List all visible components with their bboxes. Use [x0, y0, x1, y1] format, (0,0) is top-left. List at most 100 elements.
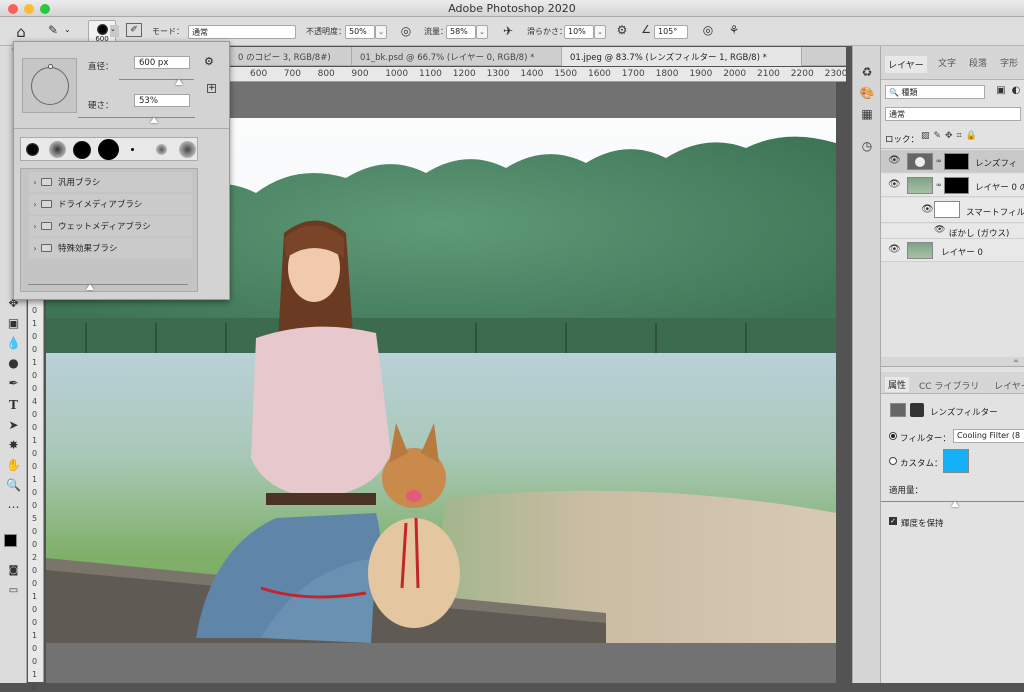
preserve-luminosity-checkbox[interactable]: ✓: [889, 517, 897, 525]
eye-icon[interactable]: 👁: [888, 244, 901, 255]
gear-icon[interactable]: ⚙: [204, 55, 214, 68]
amount-slider-knob[interactable]: [951, 501, 959, 507]
eye-icon[interactable]: 👁: [888, 179, 901, 190]
color-palette-icon[interactable]: 🎨: [859, 86, 875, 100]
hardness-slider-track[interactable]: [78, 117, 195, 118]
recent-brush-2[interactable]: [49, 141, 66, 158]
tab-glyphs[interactable]: 字形: [1000, 56, 1018, 69]
panel-divider[interactable]: ∞: [881, 357, 1024, 367]
chevron-down-icon[interactable]: ⌄: [64, 25, 71, 34]
eye-icon[interactable]: 👁: [934, 225, 945, 235]
path-selection-tool-icon[interactable]: ➤: [3, 416, 24, 434]
tab-copy-3[interactable]: 0 のコピー 3, RGB/8#): [230, 47, 352, 66]
angle-handle[interactable]: [48, 64, 53, 69]
folder-special-effects-brushes[interactable]: › 特殊効果ブラシ: [29, 238, 192, 259]
mask-icon[interactable]: [910, 403, 924, 417]
layer-row-layer0-copy[interactable]: 👁 ∞ レイヤー 0 の: [881, 174, 1024, 197]
brush-picker-chevron[interactable]: ⌄: [110, 25, 119, 37]
brush-settings-panel-icon[interactable]: ✐: [126, 23, 142, 37]
chain-icon[interactable]: ∞: [936, 181, 942, 189]
blur-tool-icon[interactable]: 💧: [3, 334, 24, 352]
tab-character[interactable]: 文字: [938, 56, 956, 69]
recent-brush-4[interactable]: [98, 139, 119, 160]
recent-brushes-row: [20, 137, 198, 161]
ruler-tick-label: 1: [32, 475, 38, 484]
screen-mode-icon[interactable]: ▭: [3, 582, 24, 600]
mask-thumb[interactable]: [944, 153, 969, 170]
symmetry-icon[interactable]: ⚘: [726, 23, 742, 37]
eye-icon[interactable]: 👁: [921, 204, 934, 215]
folder-icon: [41, 244, 52, 252]
mode-select[interactable]: 通常: [188, 25, 296, 39]
flow-chevron[interactable]: ⌄: [476, 25, 488, 39]
preview-size-slider[interactable]: [28, 284, 188, 285]
folder-wet-media-brushes[interactable]: › ウェットメディアブラシ: [29, 216, 192, 237]
recent-brush-6[interactable]: [156, 144, 167, 155]
tab-01-jpeg[interactable]: 01.jpeg @ 83.7% (レンズフィルター 1, RGB/8) *: [562, 47, 802, 66]
image-filter-icon[interactable]: ▣: [995, 85, 1007, 96]
brush-angle-preview[interactable]: [22, 58, 77, 113]
pressure-size-icon[interactable]: ◎: [700, 23, 716, 37]
new-preset-icon[interactable]: +: [207, 84, 216, 93]
adjustment-icon[interactable]: [890, 403, 906, 417]
smoothing-chevron[interactable]: ⌄: [594, 25, 606, 39]
hardness-input[interactable]: 53%: [134, 94, 190, 107]
layer-filter-select[interactable]: 🔍 種類: [885, 85, 985, 99]
folder-general-brushes[interactable]: › 汎用ブラシ: [29, 172, 192, 193]
custom-radio[interactable]: [889, 457, 897, 465]
chain-icon[interactable]: ∞: [936, 157, 942, 165]
home-icon[interactable]: ⌂: [12, 23, 30, 41]
tab-layers[interactable]: レイヤー: [885, 56, 927, 73]
tab-properties[interactable]: 属性: [885, 377, 910, 392]
custom-shape-tool-icon[interactable]: ✸: [3, 436, 24, 454]
tab-01-bk[interactable]: 01_bk.psd @ 66.7% (レイヤー 0, RGB/8) *: [352, 47, 562, 66]
layer-row-gaussian-blur[interactable]: 👁 ぼかし (ガウス): [881, 224, 1024, 239]
diameter-slider-knob[interactable]: [175, 79, 183, 85]
more-tools-icon[interactable]: ⋯: [3, 498, 24, 516]
adjust-filter-icon[interactable]: ◐: [1010, 85, 1022, 96]
gear-icon[interactable]: ⚙: [614, 23, 630, 37]
hardness-slider-knob[interactable]: [150, 117, 158, 123]
eye-icon[interactable]: 👁: [888, 155, 901, 166]
hand-tool-icon[interactable]: ✋: [3, 456, 24, 474]
angle-input[interactable]: 105°: [654, 25, 688, 39]
actions-icon[interactable]: ◷: [859, 139, 875, 153]
diameter-input[interactable]: 600 px: [134, 56, 190, 69]
tab-layers-2[interactable]: レイヤー: [994, 379, 1024, 392]
lock-icons[interactable]: ▨✎✥⌗🔒: [921, 131, 981, 141]
swatches-icon[interactable]: ▦: [859, 107, 875, 121]
recent-brush-1[interactable]: [26, 143, 39, 156]
smoothing-input[interactable]: 10%: [564, 25, 594, 39]
quick-mask-icon[interactable]: ◙: [3, 562, 24, 580]
recent-brush-7[interactable]: [179, 141, 196, 158]
pen-tool-icon[interactable]: ✒: [3, 374, 24, 392]
layer-row-layer0[interactable]: 👁 レイヤー 0: [881, 239, 1024, 262]
recent-brush-3[interactable]: [73, 141, 91, 159]
opacity-chevron[interactable]: ⌄: [375, 25, 387, 39]
dodge-tool-icon[interactable]: ●: [3, 354, 24, 372]
type-tool-icon[interactable]: T: [3, 396, 24, 414]
tab-cc-libraries[interactable]: CC ライブラリ: [919, 379, 979, 392]
airbrush-icon[interactable]: ✈: [500, 24, 516, 38]
pressure-opacity-icon[interactable]: ◎: [398, 24, 414, 38]
folder-dry-media-brushes[interactable]: › ドライメディアブラシ: [29, 194, 192, 215]
gradient-tool-icon[interactable]: ▣: [3, 314, 24, 332]
filter-select[interactable]: Cooling Filter (8: [953, 429, 1024, 443]
blend-mode-select[interactable]: 通常: [885, 107, 1021, 121]
custom-color-swatch[interactable]: [943, 449, 969, 473]
opacity-input[interactable]: 50%: [345, 25, 375, 39]
flow-input[interactable]: 58%: [446, 25, 476, 39]
preview-size-knob[interactable]: [86, 284, 94, 290]
tab-paragraph[interactable]: 段落: [969, 56, 987, 69]
recent-brush-5[interactable]: [131, 148, 134, 151]
layer-row-smart-filter[interactable]: 👁 スマートフィル: [881, 198, 1024, 223]
history-icon[interactable]: ♻: [859, 65, 875, 79]
filter-radio[interactable]: [889, 432, 897, 440]
mask-thumb[interactable]: [944, 177, 969, 194]
zoom-tool-icon[interactable]: 🔍: [3, 476, 24, 494]
foreground-color-swatch[interactable]: [4, 534, 17, 547]
ruler-tick-label: 0: [32, 371, 38, 380]
brush-tool-icon[interactable]: ✎: [45, 23, 61, 37]
link-icon[interactable]: ∞: [1013, 357, 1019, 365]
layer-row-lens-filter[interactable]: 👁 ∞ レンズフィ: [881, 150, 1024, 173]
